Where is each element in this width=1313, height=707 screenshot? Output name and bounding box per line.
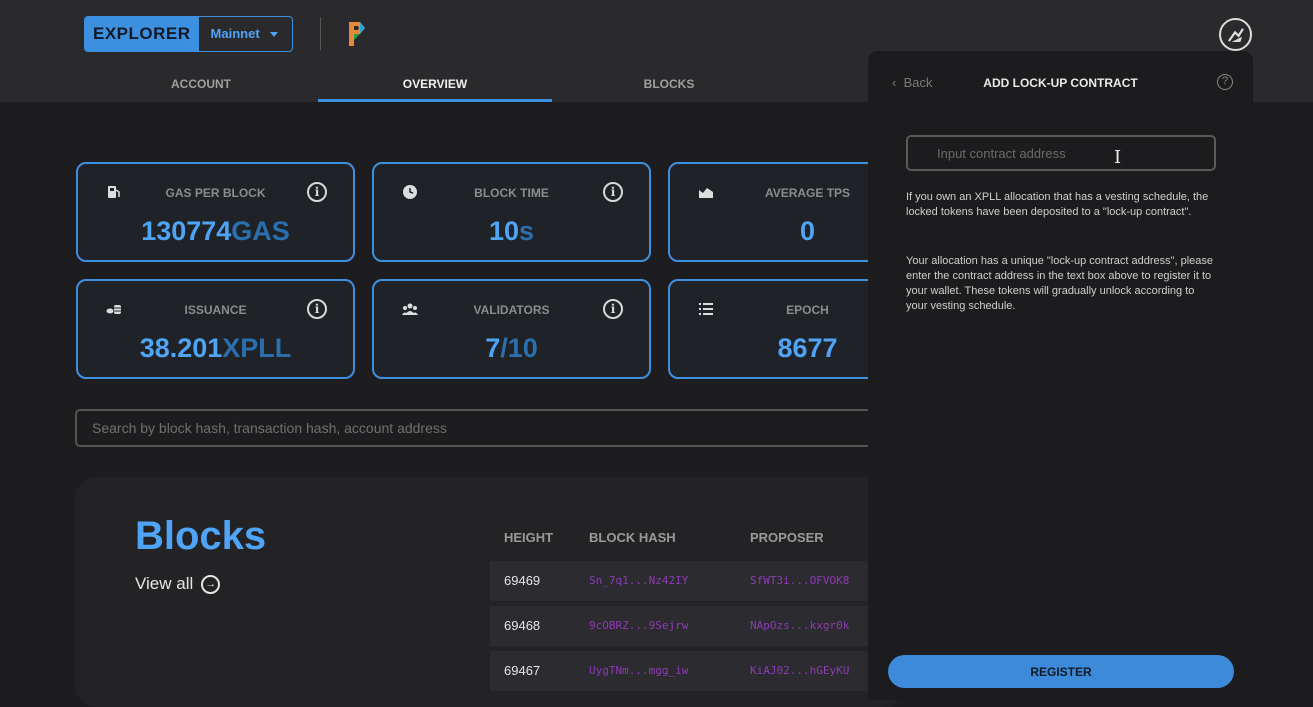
view-all-link[interactable]: View all → — [135, 574, 221, 594]
view-all-label: View all — [135, 574, 194, 593]
stat-unit: s — [519, 216, 535, 246]
info-icon[interactable]: i — [307, 182, 327, 202]
tab-overview[interactable]: OVERVIEW — [318, 70, 552, 102]
stat-number: 0 — [799, 216, 816, 246]
brand-label: EXPLORER — [85, 17, 199, 51]
info-icon[interactable]: i — [603, 182, 623, 202]
blocks-title: Blocks — [135, 514, 267, 558]
table-row[interactable]: 69469 Sn_7q1...Nz42IY SfWT3i...OFVOK8 — [490, 561, 910, 601]
text-cursor-icon: I — [1114, 147, 1122, 168]
block-height[interactable]: 69467 — [504, 663, 540, 678]
vesting-description: If you own an XPLL allocation that has a… — [906, 191, 1209, 218]
stat-value: 7/10 — [374, 333, 649, 364]
account-avatar-icon[interactable] — [1219, 18, 1252, 51]
stat-number: 7 — [485, 333, 501, 363]
info-icon[interactable]: i — [603, 299, 623, 319]
stat-value: 130774GAS — [78, 216, 353, 247]
app-logo-icon — [349, 22, 365, 46]
network-select[interactable]: Mainnet — [199, 17, 292, 51]
proposer-link[interactable]: KiAJ02...hGEyKU — [750, 664, 849, 677]
block-height[interactable]: 69469 — [504, 573, 540, 588]
stat-unit: XPLL — [222, 333, 292, 363]
stat-value: 38.201XPLL — [78, 333, 353, 364]
block-hash-link[interactable]: Sn_7q1...Nz42IY — [589, 574, 688, 587]
stat-card-block-time: BLOCK TIME i 10s — [372, 162, 651, 262]
lockup-contract-panel: ‹ Back ADD LOCK-UP CONTRACT ? I If you o… — [868, 51, 1253, 700]
table-row[interactable]: 69467 UygTNm...mgg_iw KiAJ02...hGEyKU — [490, 651, 910, 691]
stat-unit: /10 — [500, 333, 538, 363]
table-row[interactable]: 69468 9cOBRZ...9Sejrw NApOzs...kxgr0k — [490, 606, 910, 646]
contract-address-input[interactable] — [906, 135, 1216, 171]
tab-account[interactable]: ACCOUNT — [84, 70, 318, 102]
register-button[interactable]: REGISTER — [888, 655, 1234, 688]
stat-value: 10s — [374, 216, 649, 247]
network-label: Mainnet — [210, 26, 260, 41]
column-header-block-hash: BLOCK HASH — [589, 530, 676, 545]
info-icon[interactable]: i — [307, 299, 327, 319]
panel-title: ADD LOCK-UP CONTRACT — [983, 76, 1138, 90]
search-input[interactable]: Search by block hash, transaction hash, … — [75, 409, 905, 447]
stat-card-gas: GAS PER BLOCK i 130774GAS — [76, 162, 355, 262]
stat-number: 130774 — [141, 216, 232, 246]
stat-number: 10 — [488, 216, 519, 246]
proposer-link[interactable]: SfWT3i...OFVOK8 — [750, 574, 849, 587]
stat-card-issuance: ISSUANCE i 38.201XPLL — [76, 279, 355, 379]
stat-number: 8677 — [777, 333, 838, 363]
register-instructions: Your allocation has a unique "lock-up co… — [906, 255, 1214, 312]
stat-unit: GAS — [231, 216, 290, 246]
column-header-proposer: PROPOSER — [750, 530, 824, 545]
tab-blocks[interactable]: BLOCKS — [552, 70, 786, 102]
stat-number: 38.201 — [139, 333, 223, 363]
block-hash-link[interactable]: UygTNm...mgg_iw — [589, 664, 688, 677]
block-height[interactable]: 69468 — [504, 618, 540, 633]
stat-card-validators: VALIDATORS i 7/10 — [372, 279, 651, 379]
block-hash-link[interactable]: 9cOBRZ...9Sejrw — [589, 619, 688, 632]
help-icon[interactable]: ? — [1217, 74, 1233, 90]
proposer-link[interactable]: NApOzs...kxgr0k — [750, 619, 849, 632]
arrow-right-circle-icon: → — [201, 574, 221, 594]
brand-switcher[interactable]: EXPLORER Mainnet — [84, 16, 293, 52]
divider — [320, 17, 321, 50]
chevron-down-icon — [269, 31, 278, 37]
column-header-height: HEIGHT — [504, 530, 554, 545]
